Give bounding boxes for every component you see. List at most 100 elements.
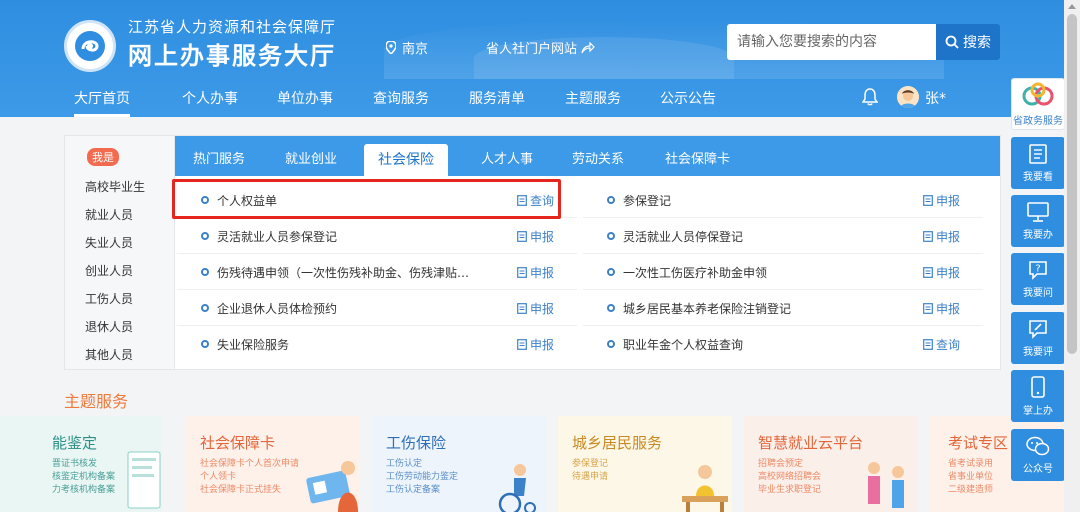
gov-service-logo-icon (1022, 82, 1054, 105)
theme-card[interactable]: 能鉴定 晋证书核发 核鉴定机构备案 力考核机构备案 (0, 416, 162, 512)
tab-hot[interactable]: 热门服务 (193, 148, 245, 167)
list-item[interactable]: 企业退休人员体检预约 申报 (177, 290, 577, 326)
page-scrollbar[interactable] (1064, 0, 1080, 512)
list-item[interactable]: 灵活就业人员停保登记 申报 (583, 218, 983, 254)
identity-badge: 我是 (87, 148, 119, 166)
theme-card[interactable]: 工伤保险 工伤认定 工伤劳动能力鉴定 工伤认定备案 (372, 416, 546, 512)
svg-text:?: ? (1035, 263, 1040, 274)
identity-item[interactable]: 高校毕业生 (85, 178, 145, 195)
card-lines: 参保登记 待遇申请 (572, 458, 608, 484)
service-action[interactable]: 申报 (517, 264, 554, 281)
nav-query[interactable]: 查询服务 (373, 88, 429, 108)
tab-employment[interactable]: 就业创业 (285, 148, 337, 167)
card-line: 省考试录用 (948, 459, 994, 469)
service-action-label: 申报 (936, 266, 961, 280)
theme-card[interactable]: 社会保障卡 社会保障卡个人首次申请 个人领卡 社会保障卡正式挂失 (186, 416, 360, 512)
service-action[interactable]: 申报 (517, 228, 554, 245)
card-line: 社会保障卡个人首次申请 (200, 459, 300, 469)
wechat-icon (1026, 436, 1050, 455)
service-tabs: 热门服务 就业创业 社会保险 人才人事 劳动关系 社会保障卡 (175, 136, 1000, 176)
tab-social-card[interactable]: 社会保障卡 (665, 148, 730, 167)
service-action[interactable]: 申报 (923, 300, 960, 317)
rail-wechat[interactable]: 公众号 (1011, 429, 1065, 481)
question-bubble-icon: ? (1029, 260, 1047, 280)
scroll-thumb[interactable] (1067, 14, 1077, 354)
identity-item[interactable]: 就业人员 (85, 206, 133, 223)
rail-mobile[interactable]: 掌上办 (1011, 370, 1065, 422)
tab-labor[interactable]: 劳动关系 (572, 148, 624, 167)
avatar[interactable] (897, 86, 919, 108)
search-icon (945, 35, 959, 49)
list-item[interactable]: 城乡居民基本养老保险注销登记 申报 (583, 290, 983, 326)
edit-bubble-icon (1029, 319, 1047, 339)
nav-notice[interactable]: 公示公告 (660, 88, 716, 108)
tab-talent[interactable]: 人才人事 (481, 148, 533, 167)
search-button[interactable]: 搜索 (936, 24, 1000, 60)
identity-item[interactable]: 创业人员 (85, 262, 133, 279)
nav-home[interactable]: 大厅首页 (74, 88, 130, 117)
card-line: 核鉴定机构备案 (52, 472, 116, 482)
document-icon (923, 339, 933, 350)
rail-handle[interactable]: 我要办 (1011, 195, 1065, 247)
list-item[interactable]: 一次性工伤医疗补助金申领 申报 (583, 254, 983, 290)
document-icon (923, 303, 933, 314)
search-input[interactable] (727, 24, 936, 60)
logo[interactable] (64, 20, 116, 72)
nav-service-list[interactable]: 服务清单 (469, 88, 525, 108)
card-line: 高校网络招聘会 (758, 472, 822, 482)
rail-view[interactable]: 我要看 (1011, 137, 1065, 189)
service-action-label: 申报 (530, 266, 555, 280)
scroll-up-arrow-icon[interactable] (1068, 4, 1076, 9)
bullet-icon (201, 304, 209, 312)
document-icon (517, 267, 527, 278)
rail-gov-service[interactable]: 省政务服务 (1011, 78, 1065, 130)
card-line: 二级建造师 (948, 485, 994, 495)
identity-item[interactable]: 失业人员 (85, 234, 133, 251)
identity-item[interactable]: 工伤人员 (85, 290, 133, 307)
card-lines: 省考试录用 省事业单位 二级建造师 (948, 458, 993, 497)
rail-label: 我要问 (1023, 287, 1053, 299)
rail-rate[interactable]: 我要评 (1011, 312, 1065, 364)
document-icon (517, 339, 527, 350)
service-action[interactable]: 申报 (517, 300, 554, 317)
identity-item[interactable]: 退休人员 (85, 318, 133, 335)
card-line: 参保登记 (572, 459, 609, 469)
bullet-icon (607, 340, 615, 348)
service-name: 失业保险服务 (217, 338, 290, 352)
portal-link[interactable]: 省人社门户网站 (486, 38, 595, 57)
service-action[interactable]: 申报 (923, 192, 960, 209)
elderly-illustration-icon (682, 465, 728, 512)
tab-social-insurance[interactable]: 社会保险 (364, 144, 448, 176)
rail-ask[interactable]: ? 我要问 (1011, 253, 1065, 305)
card-title: 工伤保险 (386, 434, 447, 452)
user-name[interactable]: 张* (925, 88, 946, 108)
card-lines: 工伤认定 工伤劳动能力鉴定 工伤认定备案 (386, 458, 458, 497)
service-name: 职业年金个人权益查询 (623, 338, 744, 352)
rail-label: 公众号 (1023, 463, 1053, 475)
service-action-label: 申报 (936, 194, 961, 208)
bullet-icon (201, 340, 209, 348)
list-item[interactable]: 伤残待遇申领（一次性伤残补助金、伤残津贴… 申报 (177, 254, 577, 290)
nav-theme[interactable]: 主题服务 (565, 88, 621, 108)
service-action[interactable]: 查询 (923, 336, 960, 353)
card-line: 工伤认定 (386, 459, 423, 469)
document-icon (923, 195, 933, 206)
service-action[interactable]: 申报 (923, 264, 960, 281)
job-seekers-illustration-icon (868, 462, 904, 508)
service-action[interactable]: 申报 (923, 228, 960, 245)
card-line: 晋证书核发 (52, 459, 98, 469)
bell-icon[interactable] (862, 88, 878, 106)
list-item[interactable]: 失业保险服务 申报 (177, 326, 577, 362)
nav-personal[interactable]: 个人办事 (182, 88, 238, 108)
identity-item[interactable]: 其他人员 (85, 346, 133, 363)
theme-card[interactable]: 城乡居民服务 参保登记 待遇申请 (558, 416, 732, 512)
list-item[interactable]: 灵活就业人员参保登记 申报 (177, 218, 577, 254)
list-item[interactable]: 职业年金个人权益查询 查询 (583, 326, 983, 362)
service-action-label: 申报 (530, 230, 555, 244)
location-selector[interactable]: 南京 (386, 38, 428, 57)
theme-card[interactable]: 智慧就业云平台 招聘会预定 高校网络招聘会 毕业生求职登记 (744, 416, 918, 512)
nav-unit[interactable]: 单位办事 (277, 88, 333, 108)
list-item[interactable]: 参保登记 申报 (583, 182, 983, 218)
card-title: 考试专区 (948, 434, 1009, 452)
service-action[interactable]: 申报 (517, 336, 554, 353)
